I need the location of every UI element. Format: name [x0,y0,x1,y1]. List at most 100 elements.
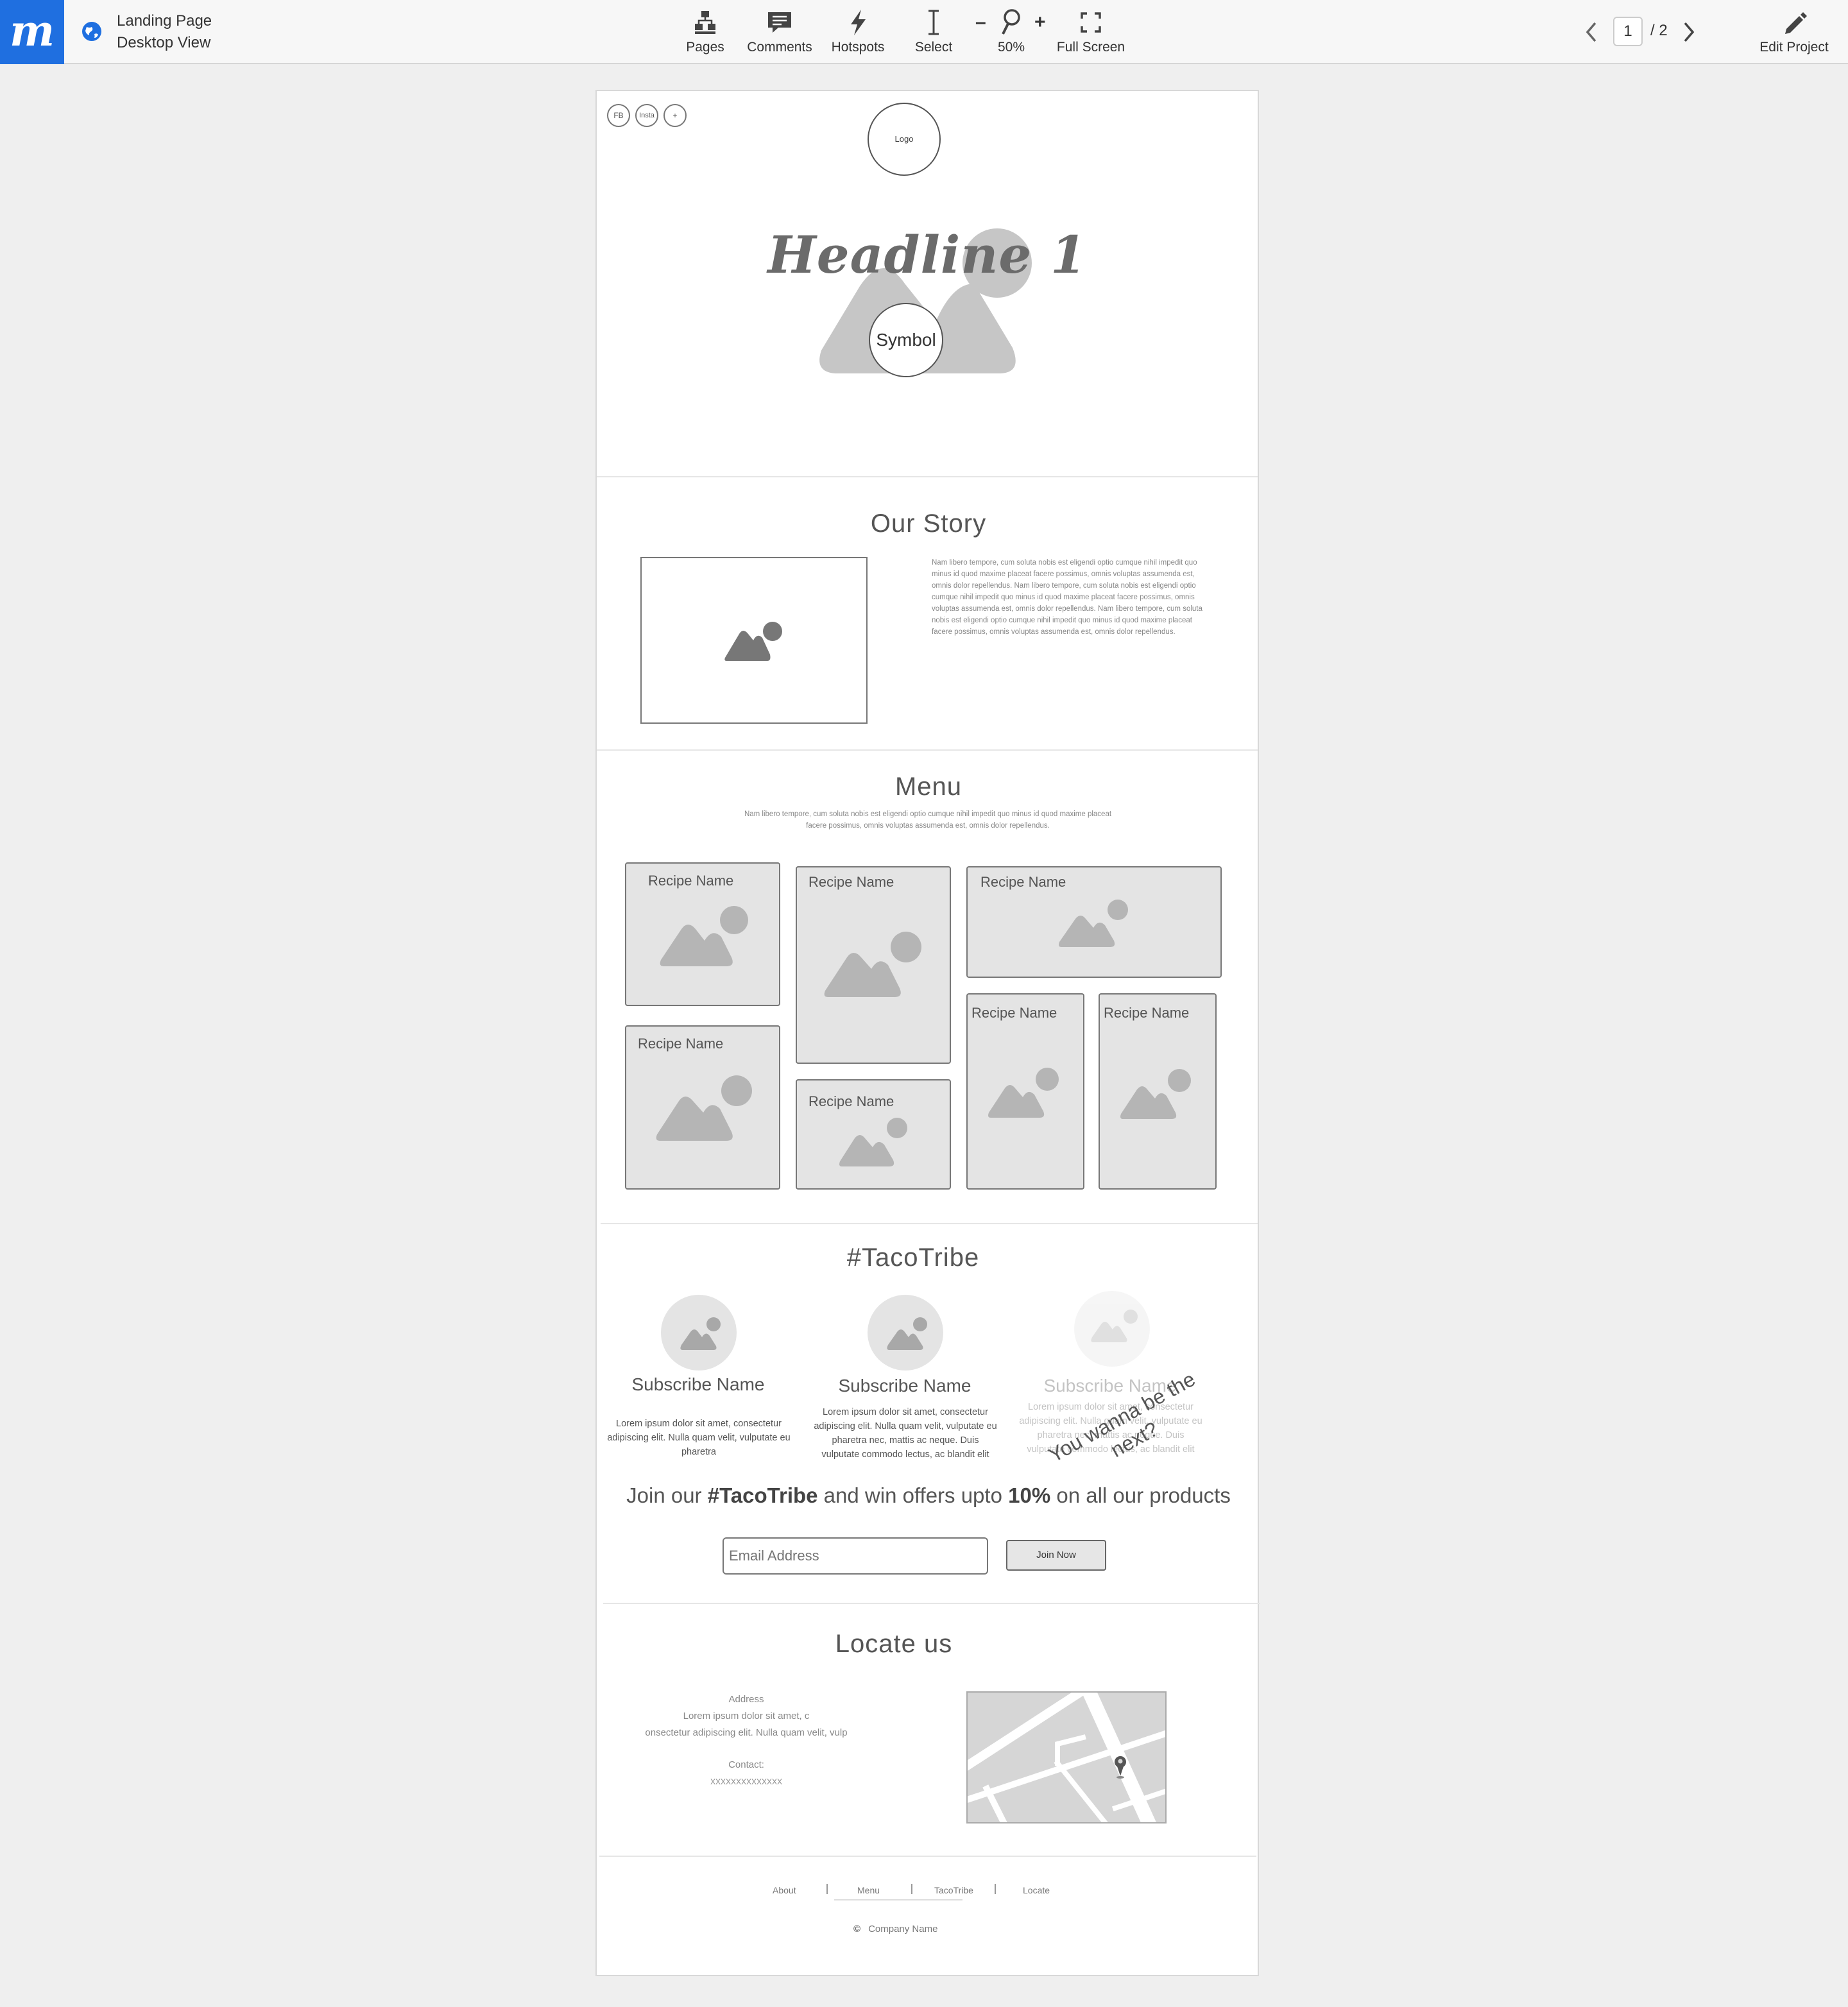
zoom-in-button[interactable]: + [1034,12,1046,33]
image-icon [1120,1069,1191,1119]
promo-percent: 10% [1008,1483,1051,1507]
address-line: Lorem ipsum dolor sit amet, c [683,1711,810,1721]
image-icon [839,1118,907,1166]
promo-tag: #TacoTribe [707,1483,818,1507]
pages-button[interactable]: Pages [683,6,728,60]
member-name: Subscribe Name [631,1374,765,1394]
company-name: Company Name [868,1924,938,1934]
full-screen-button[interactable]: Full Screen [1052,6,1129,60]
location-map[interactable] [966,1691,1167,1823]
page-total: / 2 [1650,22,1668,39]
image-icon [656,1075,752,1141]
our-story-title: Our Story [870,509,987,538]
promo-middle: and win offers upto [817,1483,1009,1507]
recipe-card[interactable]: Recipe Name [966,993,1084,1190]
zoom-level: 50% [997,40,1025,55]
fullscreen-icon [1081,12,1101,33]
menu-description: Nam libero tempore, cum soluta nobis est… [744,810,1112,830]
footer-separator [911,1884,912,1894]
footer-link-tacotribe[interactable]: TacoTribe [934,1885,973,1895]
lightning-icon [851,10,866,35]
recipe-name: Recipe Name [980,874,1066,890]
zoom-out-button[interactable]: – [975,12,986,33]
view-name: Desktop View [117,34,211,51]
chevron-right-icon[interactable] [1679,19,1698,45]
promo-prefix: Join our [626,1483,708,1507]
select-label: Select [914,40,953,55]
copyright-icon: © [853,1924,861,1934]
comment-icon [768,12,791,33]
hero-symbol[interactable]: Symbol [869,303,943,377]
story-paragraph: Nam libero tempore, cum soluta nobis est… [932,559,1202,636]
menu-title: Menu [894,773,963,801]
image-icon [680,1317,721,1350]
footer-separator [826,1884,828,1894]
recipe-name: Recipe Name [971,1005,1057,1021]
app-logo[interactable]: m [0,0,64,64]
recipe-card[interactable]: Recipe Name [796,1079,951,1190]
contact-value: XXXXXXXXXXXXXX [710,1777,783,1786]
pages-label: Pages [686,40,724,55]
page-number-input[interactable]: 1 [1613,17,1643,46]
member-avatar [868,1295,943,1371]
footer-link-locate[interactable]: Locate [1023,1885,1050,1895]
section-divider [603,1603,1260,1604]
recipe-card[interactable]: Recipe Name [1099,993,1217,1190]
image-icon [1091,1310,1138,1342]
select-button[interactable]: Select [911,6,956,60]
footer-divider [834,1899,963,1900]
recipe-name: Recipe Name [809,1093,894,1109]
hotspots-label: Hotspots [831,40,885,55]
comments-button[interactable]: Comments [744,6,815,60]
hero-headline: Headline 1 [767,225,1087,285]
locate-us-title: Locate us [835,1630,953,1658]
promo-text: Join our #TacoTribe and win offers upto … [597,1483,1260,1508]
pages-icon [695,11,715,34]
recipe-name: Recipe Name [809,874,894,890]
section-divider [597,476,1258,477]
promo-suffix: on all our products [1050,1483,1231,1507]
member-description: Lorem ipsum dolor sit amet, consectetur … [607,1419,791,1457]
image-icon [1059,900,1128,947]
taco-tribe-title: #TacoTribe [846,1243,980,1272]
wireframe-canvas: FB Insta + Logo Headline 1 Symbol Our St… [595,90,1260,1976]
recipe-card[interactable]: Recipe Name [625,1025,780,1190]
member-avatar [661,1295,737,1371]
recipe-card[interactable]: Recipe Name [796,866,951,1064]
recipe-card[interactable]: Recipe Name [966,866,1222,978]
address-line: onsectetur adipiscing elit. Nulla quam v… [645,1727,848,1738]
member-name: Subscribe Name [838,1376,971,1396]
image-icon [824,932,921,997]
member-avatar [1074,1291,1150,1367]
copyright: © Company Name [853,1924,937,1934]
footer-link-about[interactable]: About [773,1885,796,1895]
section-divider [601,1223,1258,1224]
text-cursor-icon [928,10,939,35]
full-screen-label: Full Screen [1056,40,1125,55]
recipe-name: Recipe Name [1104,1005,1190,1021]
globe-icon[interactable] [81,21,103,42]
edit-project-button[interactable]: Edit Project [1756,6,1833,60]
recipe-card[interactable]: Recipe Name [625,862,780,1006]
magnifier-icon [1002,9,1020,35]
edit-project-label: Edit Project [1759,40,1829,55]
hotspots-button[interactable]: Hotspots [828,6,888,60]
comments-label: Comments [747,40,812,55]
image-icon [887,1317,927,1350]
footer-separator [995,1884,996,1894]
project-title: Landing Page [117,12,212,30]
section-divider [599,1856,1256,1857]
address-label: Address [728,1694,764,1705]
email-field[interactable] [723,1537,988,1575]
footer-link-menu[interactable]: Menu [857,1885,880,1895]
join-now-button[interactable]: Join Now [1006,1540,1106,1571]
top-toolbar: m Landing Page Desktop View Pages Commen… [0,0,1848,64]
member-description: Lorem ipsum dolor sit amet, consectetur … [814,1407,997,1460]
recipe-name: Recipe Name [648,873,734,889]
image-icon [724,622,782,661]
image-icon [660,906,748,966]
image-icon [988,1068,1059,1118]
zoom-control[interactable]: 50% [996,6,1027,60]
contact-label: Contact: [728,1759,764,1770]
chevron-left-icon[interactable] [1582,19,1602,45]
